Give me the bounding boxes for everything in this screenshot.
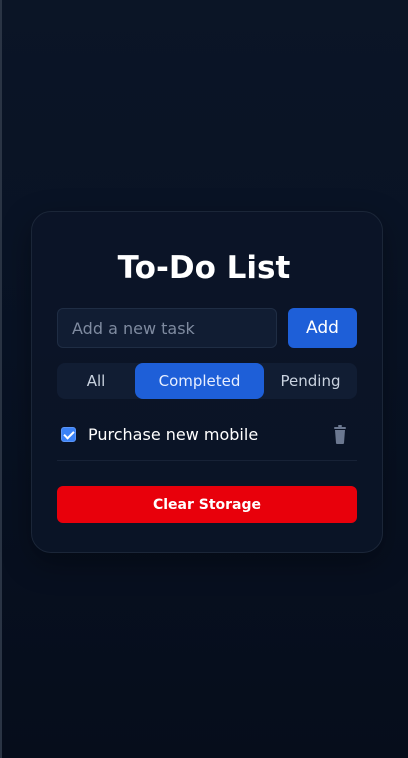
trash-icon[interactable] [329, 424, 351, 446]
add-task-button[interactable]: Add [288, 308, 357, 348]
task-text: Purchase new mobile [88, 425, 259, 444]
clear-storage-button[interactable]: Clear Storage [57, 486, 357, 523]
filter-tabs: All Completed Pending [57, 363, 357, 399]
filter-completed-button[interactable]: Completed [135, 363, 264, 399]
window-left-edge [0, 0, 2, 758]
new-task-input[interactable] [57, 308, 277, 348]
filter-all-button[interactable]: All [57, 363, 135, 399]
page-title: To-Do List [117, 250, 291, 286]
filter-pending-button[interactable]: Pending [264, 363, 357, 399]
task-complete-checkbox[interactable] [61, 427, 76, 442]
task-item: Purchase new mobile [57, 416, 357, 461]
